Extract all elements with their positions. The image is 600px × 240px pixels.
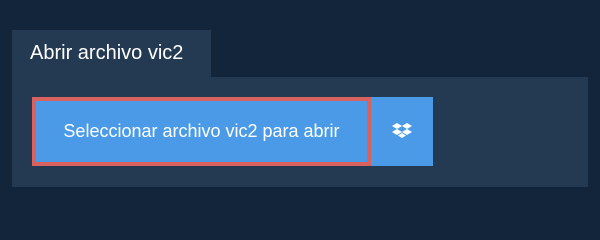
dropbox-button[interactable] — [371, 97, 433, 166]
select-file-button[interactable]: Seleccionar archivo vic2 para abrir — [32, 97, 371, 166]
tab-label: Abrir archivo vic2 — [30, 42, 184, 64]
dropbox-icon — [392, 123, 412, 138]
tab-open-file[interactable]: Abrir archivo vic2 — [12, 30, 211, 77]
select-file-label: Seleccionar archivo vic2 para abrir — [63, 121, 340, 141]
